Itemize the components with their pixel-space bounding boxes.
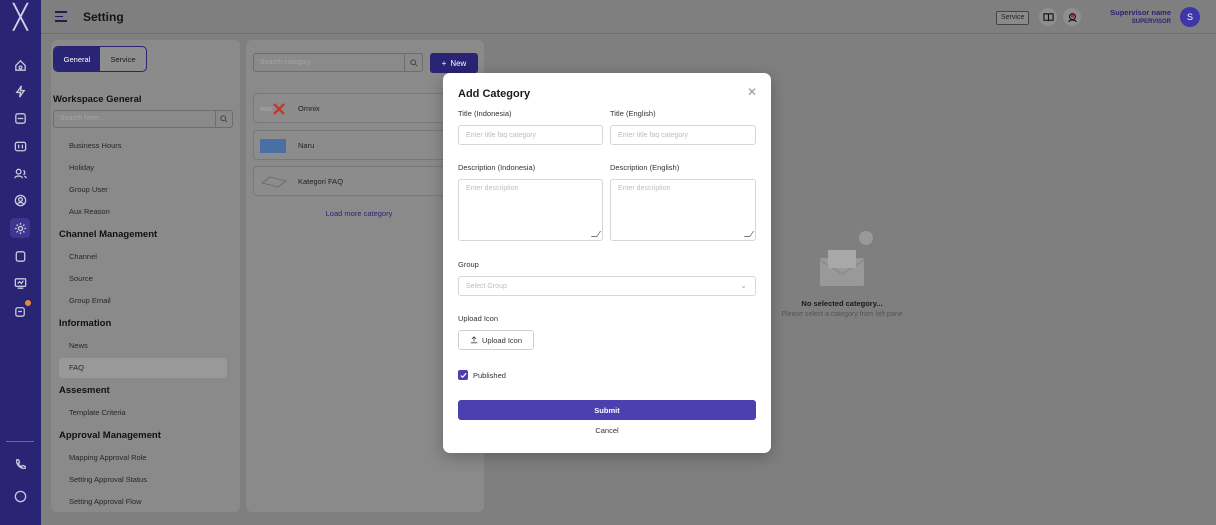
page-title: Setting [83, 10, 124, 24]
category-name: Kategori FAQ [298, 177, 344, 186]
empty-state-title: No selected category... [801, 299, 883, 308]
menu-item-news[interactable]: News [69, 341, 88, 350]
app-logo-icon[interactable]: ╳ [0, 0, 41, 34]
checkmark-icon [459, 372, 467, 378]
notification-badge [24, 299, 32, 307]
new-button-label: New [450, 58, 467, 68]
lightning-icon[interactable] [10, 81, 30, 101]
section-approval-management: Approval Management [59, 430, 161, 441]
menu-item-channel[interactable]: Channel [69, 252, 97, 261]
top-bar: Setting Service Supervisor name SUPERVIS… [41, 0, 1216, 34]
upload-icon [470, 336, 478, 344]
close-icon[interactable]: ✕ [747, 85, 757, 99]
book-icon[interactable] [1039, 8, 1057, 26]
group-placeholder: Select Group [466, 283, 507, 290]
alert-agent-icon[interactable] [1063, 8, 1081, 26]
agent-icon[interactable] [10, 190, 30, 210]
menu-item-faq-highlight[interactable] [59, 358, 227, 378]
users-icon[interactable] [10, 163, 30, 183]
monitor-icon[interactable] [10, 273, 30, 293]
empty-state-subtitle: Please select a category from left pane [781, 311, 903, 318]
settings-gear-icon[interactable] [10, 218, 30, 238]
menu-item-group-email[interactable]: Group Email [69, 296, 111, 305]
menu-item-group-user[interactable]: Group User [69, 185, 108, 194]
section-information: Information [59, 318, 112, 329]
new-category-button[interactable]: + New [430, 53, 478, 73]
modal-title: Add Category [458, 88, 531, 100]
title-en-label: Title (English) [610, 109, 656, 118]
empty-mail-icon [819, 231, 873, 286]
search-placeholder: Search here... [60, 115, 104, 122]
phone-icon[interactable] [10, 454, 30, 474]
add-category-modal: Add Category ✕ Title (Indonesia) Title (… [443, 73, 771, 453]
published-label[interactable]: Published [473, 371, 506, 380]
title-en-placeholder: Enter title faq category [618, 132, 689, 139]
avatar[interactable]: S [1180, 7, 1200, 27]
submit-button[interactable]: Submit [458, 400, 756, 420]
plus-icon: + [441, 58, 447, 68]
category-search-placeholder: Search category [260, 59, 311, 66]
section-heading: Workspace General [53, 94, 142, 105]
omnix-logo-icon [260, 102, 288, 116]
tab-switcher: General Service [53, 46, 147, 72]
menu-item-aux-reason[interactable]: Aux Reason [69, 207, 110, 216]
menu-toggle-icon[interactable] [55, 11, 67, 22]
title-en-input[interactable]: Enter title faq category [610, 125, 756, 145]
load-more-link[interactable]: Load more category [246, 209, 472, 218]
section-channel-management: Channel Management [59, 229, 158, 240]
desc-id-placeholder: Enter description [466, 185, 519, 192]
resize-handle-icon[interactable] [743, 231, 755, 237]
title-id-placeholder: Enter title faq category [466, 132, 537, 139]
menu-item-template-criteria[interactable]: Template Criteria [69, 408, 126, 417]
settings-search-input[interactable]: Search here... [53, 110, 233, 128]
user-name: Supervisor name [1110, 8, 1171, 17]
service-selector[interactable]: Service [996, 11, 1030, 25]
upload-label: Upload Icon [458, 314, 499, 323]
chevron-down-icon: ⌄ [740, 281, 747, 290]
desc-en-textarea[interactable]: Enter description [610, 179, 756, 241]
menu-item-setting-approval-flow[interactable]: Setting Approval Flow [69, 497, 142, 506]
category-name: Naru [298, 141, 315, 150]
search-icon[interactable] [215, 110, 233, 128]
menu-item-setting-approval-status[interactable]: Setting Approval Status [69, 475, 147, 484]
menu-item-business-hours[interactable]: Business Hours [69, 141, 122, 150]
ticket-icon[interactable] [10, 108, 30, 128]
desc-en-placeholder: Enter description [618, 185, 671, 192]
desc-en-label: Description (English) [610, 163, 680, 172]
document-icon[interactable] [10, 246, 30, 266]
tab-service[interactable]: Service [100, 47, 146, 71]
home-icon[interactable] [10, 55, 30, 75]
upload-button-label: Upload Icon [481, 335, 523, 345]
settings-menu-panel: General Service Workspace General Search… [51, 40, 240, 512]
user-role: SUPERVISOR [1131, 19, 1171, 25]
published-checkbox[interactable] [458, 370, 468, 380]
desc-id-textarea[interactable]: Enter description [458, 179, 603, 241]
menu-item-source[interactable]: Source [69, 274, 93, 283]
search-icon[interactable] [404, 53, 423, 72]
group-label: Group [458, 260, 479, 269]
tab-general[interactable]: General [54, 47, 100, 71]
group-select[interactable]: Select Group ⌄ [458, 276, 756, 296]
title-id-input[interactable]: Enter title faq category [458, 125, 603, 145]
chat-board-icon[interactable] [10, 136, 30, 156]
section-assesment: Assesment [59, 385, 110, 396]
upload-icon-button[interactable]: Upload Icon [458, 330, 534, 350]
menu-item-faq[interactable]: FAQ [69, 363, 84, 372]
notification-list-icon[interactable] [10, 299, 32, 321]
side-rail: ╳ [0, 0, 41, 525]
category-search-input[interactable]: Search category [253, 53, 423, 72]
cancel-button[interactable]: Cancel [458, 426, 756, 435]
title-id-label: Title (Indonesia) [458, 109, 512, 118]
rail-divider [6, 441, 34, 442]
naru-logo-icon [260, 139, 288, 153]
resize-handle-icon[interactable] [590, 231, 602, 237]
chat-bubble-icon[interactable] [10, 486, 30, 506]
desc-id-label: Description (Indonesia) [458, 163, 536, 172]
category-name: Omnix [298, 104, 320, 113]
menu-item-mapping-approval-role[interactable]: Mapping Approval Role [69, 453, 147, 462]
menu-item-holiday[interactable]: Holiday [69, 163, 94, 172]
faq-logo-icon [260, 175, 288, 189]
